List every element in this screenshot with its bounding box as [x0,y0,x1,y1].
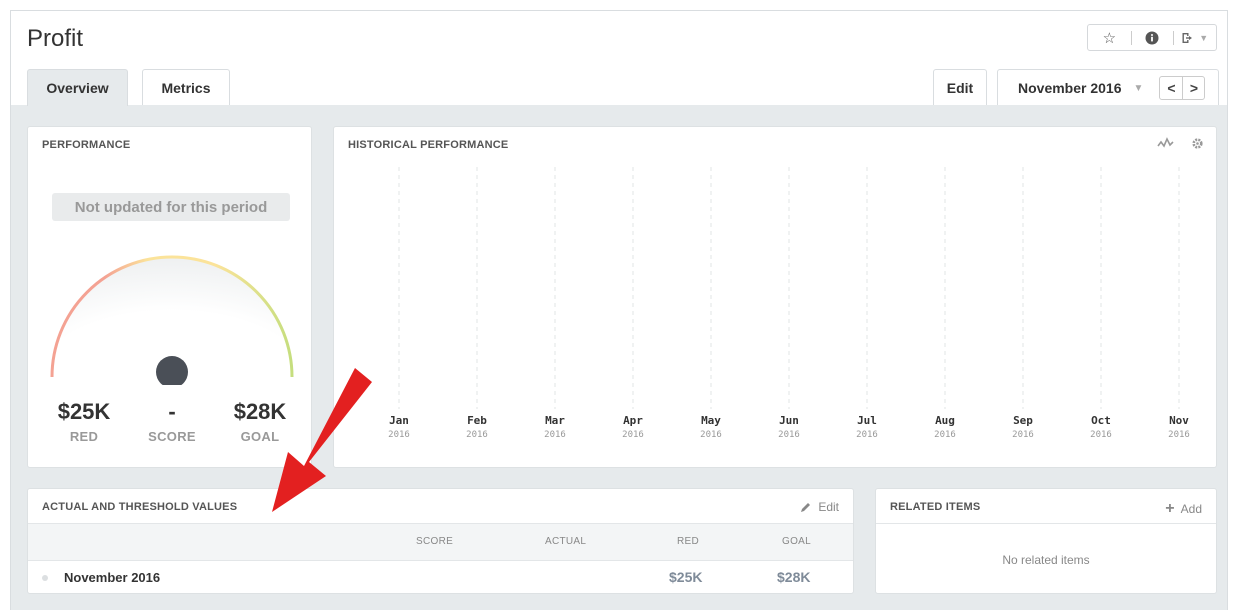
column-header-goal: GOAL [782,536,811,547]
gear-icon[interactable] [1191,137,1204,150]
tab-metrics[interactable]: Metrics [142,69,230,106]
row-red: $25K [669,569,703,585]
red-threshold: $25K RED [44,399,124,444]
x-tick-year: 2016 [934,430,956,440]
performance-gauge [50,255,294,385]
score: - SCORE [132,399,212,444]
page-title: Profit [27,25,84,52]
red-label: RED [69,429,99,444]
x-tick-year: 2016 [778,430,800,440]
red-value: $25K [57,399,111,424]
star-icon: ☆ [1102,29,1117,47]
info-icon [1145,31,1159,44]
x-tick-year: 2016 [700,430,722,440]
related-items-title: RELATED ITEMS [890,501,981,513]
period-nav: < > [1159,76,1206,100]
toolbar: ☆ ▼ [1087,24,1217,51]
historical-performance-card: HISTORICAL PERFORMANCE Jan 2016 Feb 2016 Mar… [333,126,1217,468]
performance-title: PERFORMANCE [42,139,131,151]
x-tick-year: 2016 [1012,430,1034,440]
column-header-actual: ACTUAL [545,536,587,547]
add-related-label: Add [1180,502,1202,516]
annotation-arrow [272,368,372,512]
period-label: November 2016 [1018,80,1122,96]
x-tick-label: Sep [1013,414,1033,427]
edit-values-button[interactable]: Edit [800,500,839,514]
chevron-down-icon: ▼ [1199,32,1209,43]
row-period-label: November 2016 [64,570,161,585]
add-related-button[interactable]: + Add [1165,500,1202,518]
next-period-button[interactable]: > [1182,77,1204,99]
favorite-button[interactable]: ☆ [1088,25,1131,50]
edit-tab[interactable]: Edit [933,69,987,106]
column-header-red: RED [677,536,700,547]
row-status-dot [42,575,48,581]
x-tick-label: Apr [623,414,643,427]
x-tick-label: Aug [935,414,955,427]
table-row[interactable]: November 2016 $25K $28K [28,561,853,595]
score-label: SCORE [148,429,196,444]
x-tick-label: Jul [857,414,877,427]
info-button[interactable] [1130,25,1174,50]
status-badge: Not updated for this period [52,193,290,221]
x-tick-label: Oct [1091,414,1111,427]
chevron-down-icon: ▼ [1133,82,1144,94]
plus-icon: + [1165,500,1175,517]
main-content: PERFORMANCE Not updated for this period [11,105,1227,610]
empty-state: No related items [1002,553,1090,567]
period-selector[interactable]: November 2016 ▼ < > [997,69,1219,106]
tab-label: Metrics [161,80,211,96]
historical-title: HISTORICAL PERFORMANCE [348,139,509,151]
x-tick-label: Jun [779,414,799,427]
historical-chart: Jan 2016 Feb 2016 Mar 2016 Apr 2016 May 2016 Jun 20… [388,167,1190,440]
export-button[interactable]: ▼ [1173,25,1216,50]
x-tick-year: 2016 [466,430,488,440]
x-tick-year: 2016 [1090,430,1112,440]
x-tick-label: Jan [389,414,409,427]
actual-values-card: ACTUAL AND THRESHOLD VALUES Edit SCORE A… [27,488,854,594]
x-tick-year: 2016 [1168,430,1190,440]
column-header-score: SCORE [416,536,454,547]
header: Profit ☆ ▼ Overview Metrics Edit Novembe… [11,11,1227,106]
x-tick-label: Feb [467,414,487,427]
x-tick-label: May [701,414,721,427]
x-tick-year: 2016 [856,430,878,440]
score-value: - [168,399,176,424]
x-tick-year: 2016 [622,430,644,440]
prev-period-button[interactable]: < [1160,77,1182,99]
divider [876,523,1216,524]
sparkline-icon[interactable] [1157,137,1175,149]
tab-label: Overview [46,80,109,96]
values-table-header: SCORE ACTUAL RED GOAL [28,523,853,561]
row-goal: $28K [777,569,811,585]
x-tick-label: Nov [1169,414,1189,427]
app-window: Profit ☆ ▼ Overview Metrics Edit Novembe… [10,10,1228,610]
tab-overview[interactable]: Overview [27,69,128,106]
x-tick-year: 2016 [544,430,566,440]
x-tick-label: Mar [545,414,565,427]
edit-tab-label: Edit [946,80,974,96]
related-items-card: RELATED ITEMS + Add No related items [875,488,1217,594]
x-tick-year: 2016 [388,430,410,440]
actual-values-title: ACTUAL AND THRESHOLD VALUES [42,501,238,513]
export-icon [1182,32,1193,43]
pencil-icon [801,503,811,512]
edit-values-label: Edit [818,500,839,514]
chart-tools [1157,137,1204,150]
